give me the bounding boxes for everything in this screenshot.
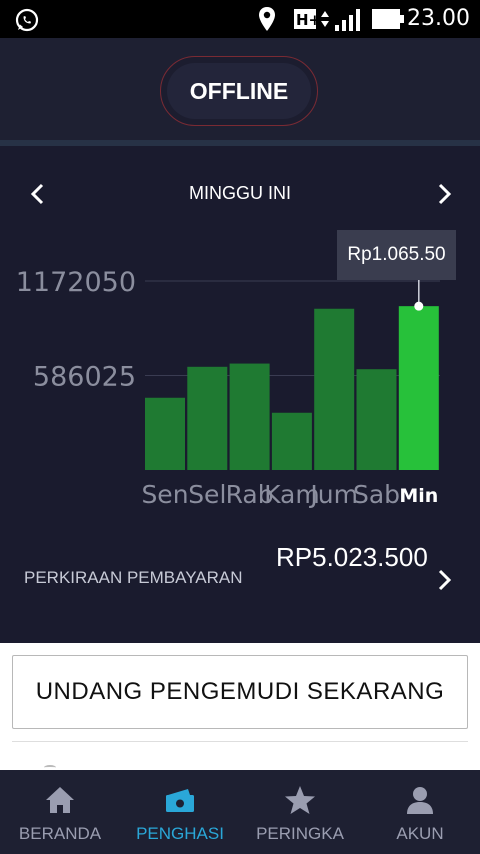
home-icon [46,787,74,813]
nav-label: PERINGKA [256,824,344,843]
period-title: MINGGU INI [189,183,291,203]
clock: 23.00 [407,6,470,31]
y-tick-label: 586025 [33,362,136,393]
estimated-payout-value: RP5.023.500 [276,542,428,572]
x-tick-label: Sel [188,480,226,509]
nav-item-penghasilan[interactable]: PENGHASI [120,770,240,854]
bar-sel [187,366,228,470]
status-bar: H+ 23.00 [0,0,480,38]
signal-icon [334,8,362,37]
status-toggle-area: OFFLINE [0,38,480,142]
bar-rab [229,363,270,470]
whatsapp-icon [14,7,40,38]
earnings-panel: MINGGU INI 586025 1172050 Sen Sel Rab Kam Jum… [0,146,480,643]
invite-section: UNDANG PENGEMUDI SEKARANG [0,643,480,770]
bottom-navigation: BERANDA PENGHASI PERINGKA AKUN [0,770,480,854]
bar-jum [314,308,355,470]
bar-sab [356,369,397,470]
star-icon [285,786,315,814]
bar-kam [271,412,312,470]
x-tick-label: Jum [308,480,358,509]
invite-driver-button[interactable]: UNDANG PENGEMUDI SEKARANG [12,655,468,729]
nav-item-beranda[interactable]: BERANDA [0,770,120,854]
payout-details-icon[interactable] [434,568,454,592]
next-week-icon[interactable] [434,182,454,206]
bar-sen [145,397,185,470]
nav-label: AKUN [396,824,444,843]
location-icon [257,6,277,37]
nav-item-akun[interactable]: AKUN [360,770,480,854]
y-tick-label: 1172050 [16,267,136,298]
x-tick-label: Sen [141,480,188,509]
online-status-button[interactable]: OFFLINE [160,56,318,126]
svg-text:H+: H+ [296,11,321,29]
estimated-payout-label: PERKIRAAN PEMBAYARAN [24,568,243,587]
selected-day-tooltip: Rp1.065.50 [337,230,456,280]
account-icon [407,787,433,814]
x-tick-label: Sab [353,480,400,509]
nav-label: PENGHASI [136,824,224,843]
nav-label: BERANDA [18,824,102,843]
bar-min [398,306,439,470]
nav-item-peringkat[interactable]: PERINGKA [240,770,360,854]
divider [12,741,468,742]
x-tick-label: Min [399,485,438,507]
battery-icon [372,9,404,34]
selected-point [414,301,424,311]
earnings-icon [166,789,194,812]
network-type-icon: H+ [294,8,330,37]
